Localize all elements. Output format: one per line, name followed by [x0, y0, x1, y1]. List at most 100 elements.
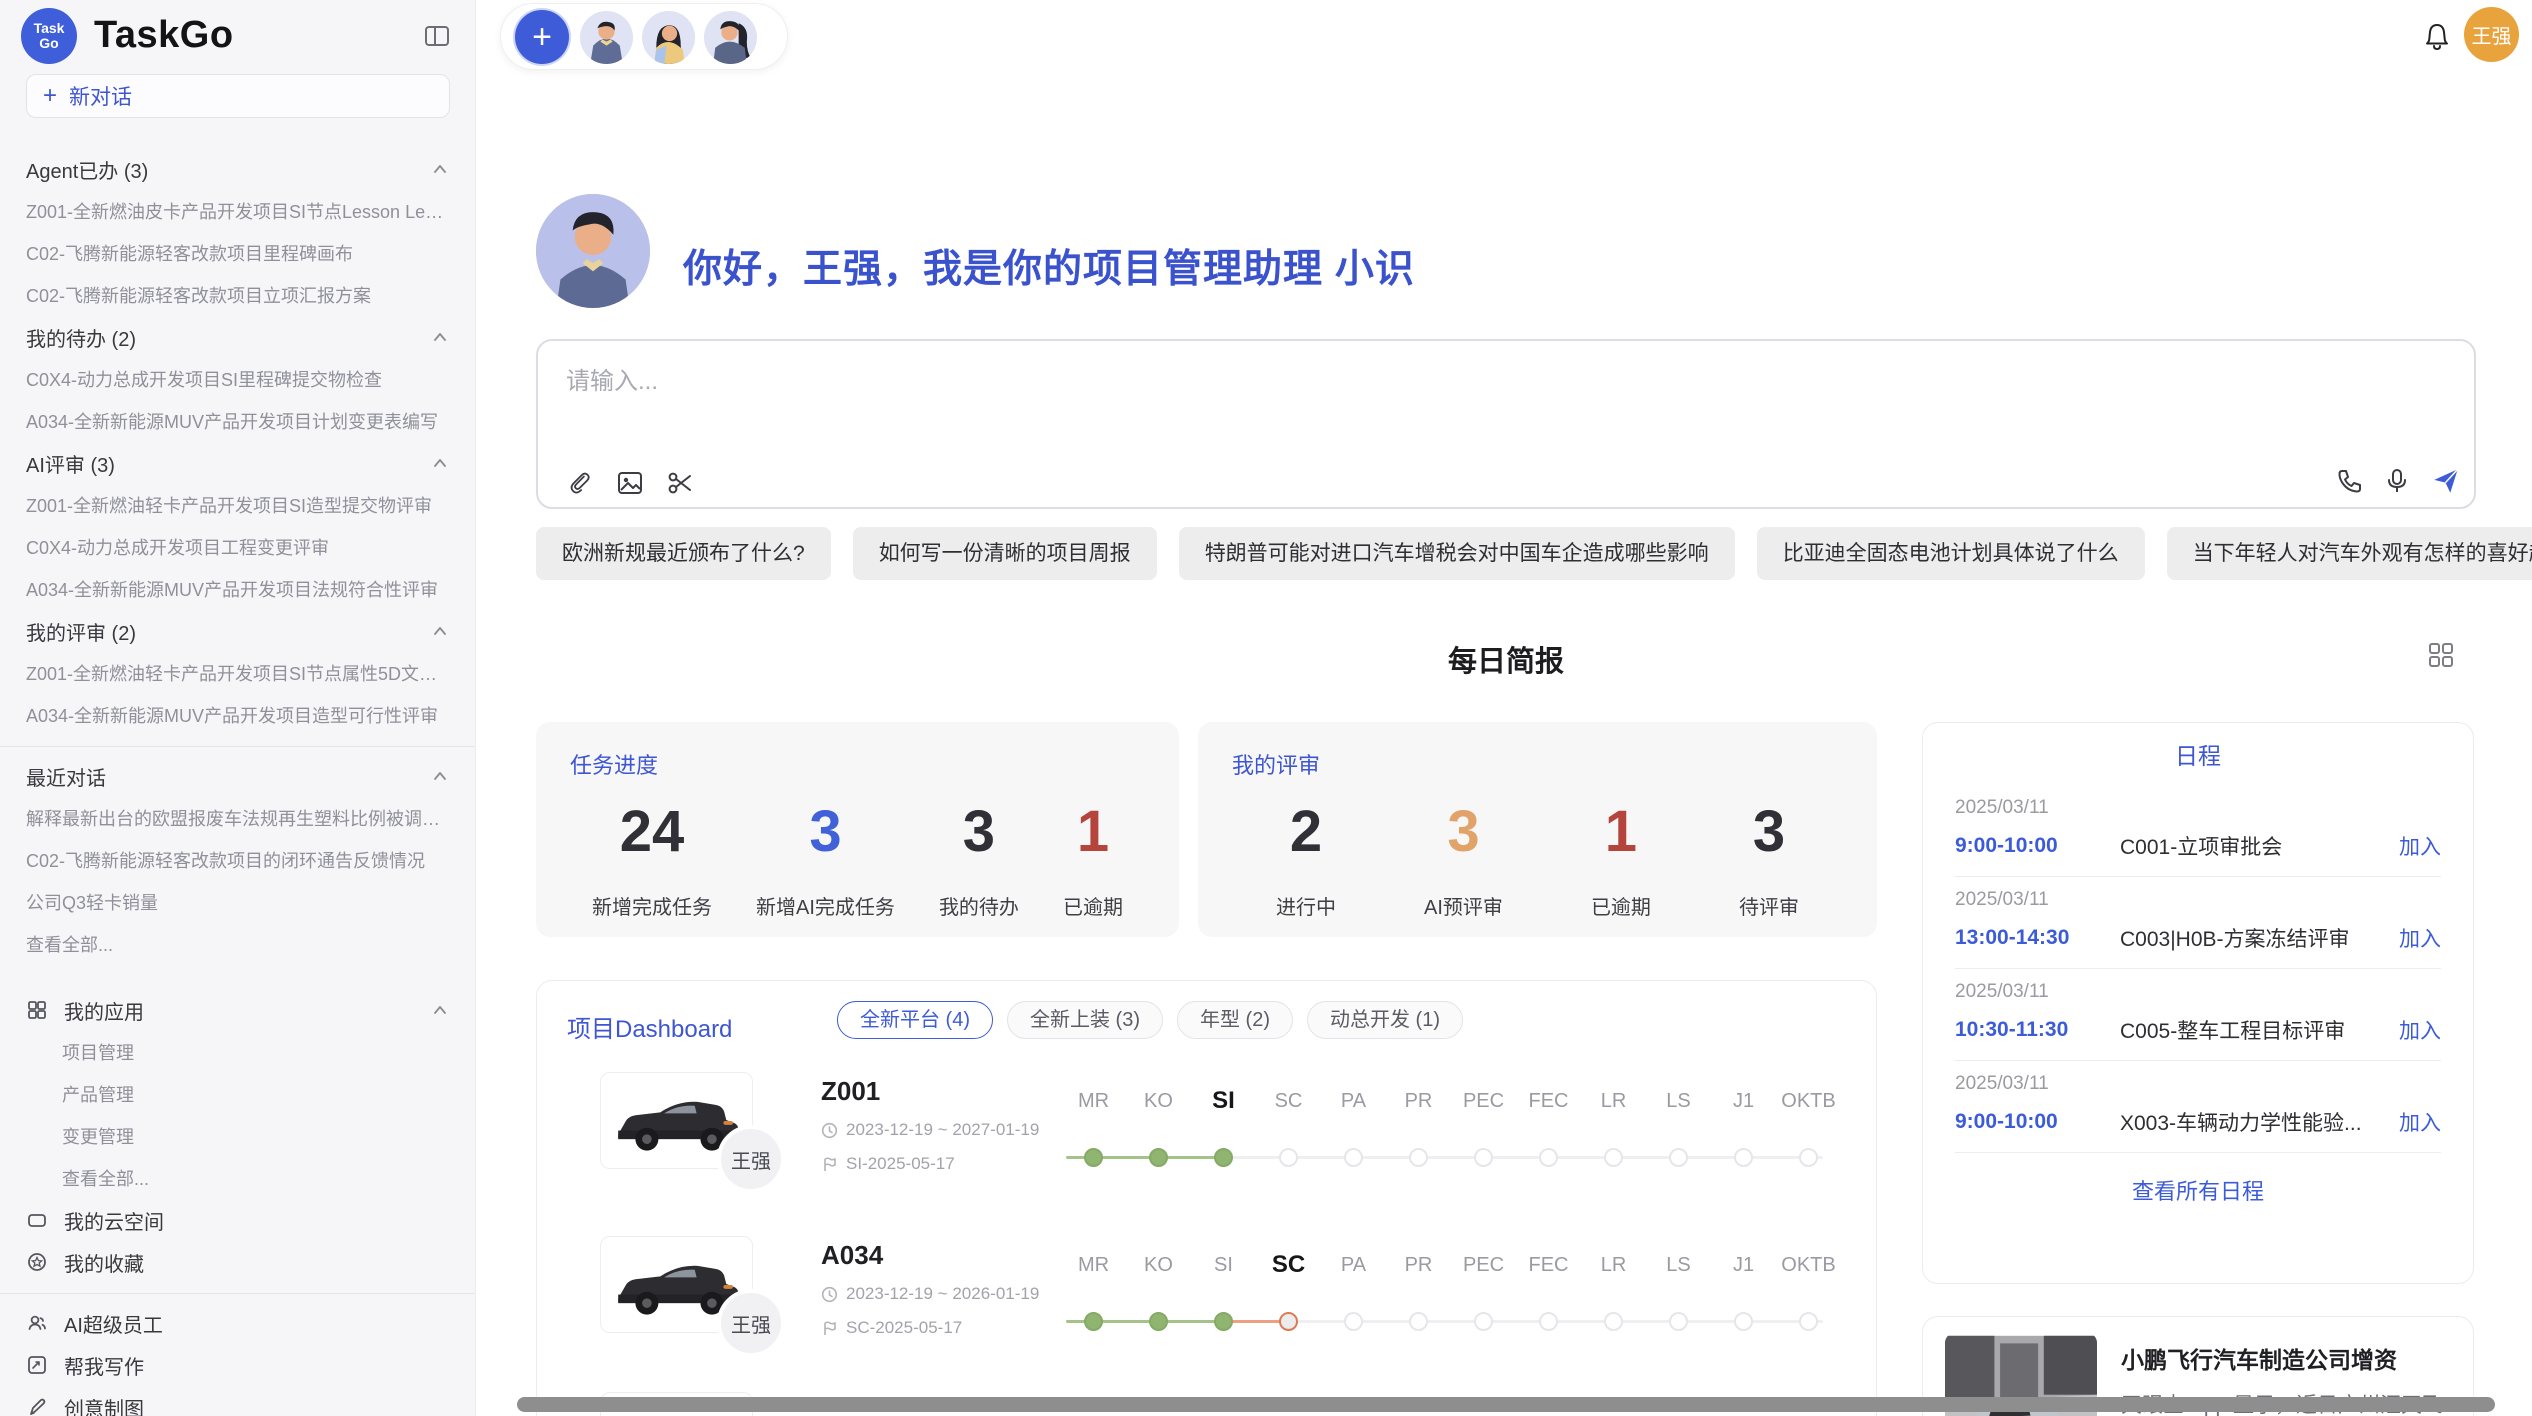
suggestion-chip[interactable]: 特朗普可能对进口汽车增税会对中国车企造成哪些影响	[1179, 527, 1735, 580]
section-header-agent-done[interactable]: Agent已办 (3)	[26, 148, 449, 190]
milestone-label: FEC	[1516, 1086, 1581, 1116]
collapse-sidebar-icon[interactable]	[423, 22, 451, 50]
sidebar-item[interactable]: Z001-全新燃油轻卡产品开发项目SI造型提交物评审	[26, 484, 449, 526]
join-link[interactable]: 加入	[2399, 1107, 2441, 1137]
view-all-apps-link[interactable]: 查看全部...	[26, 1157, 449, 1199]
milestone-track: MR KO SI SC PA PR PEC FEC LR LS J1 OKTB	[1061, 1086, 1835, 1186]
sidebar-item[interactable]: C02-飞腾新能源轻客改款项目立项汇报方案	[26, 274, 449, 316]
sidebar-item[interactable]: A034-全新新能源MUV产品开发项目法规符合性评审	[26, 568, 449, 610]
sidebar-item[interactable]: C0X4-动力总成开发项目SI里程碑提交物检查	[26, 358, 449, 400]
my-favorites[interactable]: 我的收藏	[26, 1241, 449, 1283]
microphone-icon[interactable]	[2382, 466, 2412, 496]
my-cloud-space[interactable]: 我的云空间	[26, 1199, 449, 1241]
milestone-dot	[1539, 1148, 1558, 1167]
tab-powertrain[interactable]: 动总开发 (1)	[1307, 1001, 1463, 1039]
grid-icon	[26, 999, 48, 1021]
user-avatar[interactable]: 王强	[2464, 7, 2519, 62]
milestone-dot	[1799, 1148, 1818, 1167]
tool-help-me-write[interactable]: 帮我写作	[26, 1344, 449, 1386]
milestone-dot	[1734, 1148, 1753, 1167]
stat-new-ai-completed: 3新增AI完成任务	[756, 798, 895, 920]
sidebar-item[interactable]: A034-全新新能源MUV产品开发项目造型可行性评审	[26, 694, 449, 736]
clock-icon	[821, 1122, 838, 1139]
sidebar-item-label: A034-全新新能源MUV产品开发项目法规符合性评审	[26, 576, 438, 602]
join-link[interactable]: 加入	[2399, 831, 2441, 861]
join-link[interactable]: 加入	[2399, 1015, 2441, 1045]
stat-overdue: 1已逾期	[1063, 798, 1123, 920]
sidebar-scroll-area[interactable]: Agent已办 (3) Z001-全新燃油皮卡产品开发项目SI节点Lesson …	[0, 118, 475, 1416]
stat-my-todo: 3我的待办	[939, 798, 1019, 920]
card-title: 任务进度	[570, 748, 1145, 780]
milestone-dot	[1084, 1148, 1103, 1167]
tool-ai-super-staff[interactable]: AI超级员工	[26, 1302, 449, 1344]
milestone-label: SI	[1191, 1250, 1256, 1280]
add-member-button[interactable]: +	[515, 10, 569, 64]
project-row[interactable]: 王强 Z001 2023-12-19 ~ 2027-01-19 SI-2025-…	[537, 1066, 1877, 1230]
milestone-label: PA	[1321, 1086, 1386, 1116]
section-header-my-todo[interactable]: 我的待办 (2)	[26, 316, 449, 358]
sidebar-header: Task Go TaskGo	[0, 0, 475, 74]
app-item-product-mgmt[interactable]: 产品管理	[26, 1073, 449, 1115]
my-favorites-label: 我的收藏	[64, 1248, 144, 1277]
send-icon[interactable]	[2430, 465, 2460, 495]
view-all-chats-link[interactable]: 查看全部...	[26, 923, 449, 965]
team-avatars-pill: +	[500, 3, 788, 70]
notifications-bell-icon[interactable]	[2420, 20, 2454, 54]
app-item-project-mgmt[interactable]: 项目管理	[26, 1031, 449, 1073]
image-icon[interactable]	[615, 468, 645, 498]
section-header-recent-chats[interactable]: 最近对话	[26, 755, 449, 797]
my-apps-header[interactable]: 我的应用	[26, 989, 449, 1031]
sidebar-item-label: A034-全新新能源MUV产品开发项目计划变更表编写	[26, 408, 438, 434]
user-name: 王强	[2472, 20, 2512, 49]
schedule-event: 2025/03/11 13:00-14:30 C003|H0B-方案冻结评审 加…	[1955, 877, 2441, 969]
project-flag: SC-2025-05-17	[821, 1318, 962, 1338]
horizontal-scrollbar[interactable]	[517, 1397, 2495, 1412]
sidebar-item[interactable]: C0X4-动力总成开发项目工程变更评审	[26, 526, 449, 568]
section-header-my-review[interactable]: 我的评审 (2)	[26, 610, 449, 652]
briefing-layout-icon[interactable]	[2426, 640, 2456, 670]
milestone-label: OKTB	[1776, 1250, 1841, 1280]
app-logo: Task Go	[21, 8, 77, 64]
suggestion-chips: 欧洲新规最近颁布了什么? 如何写一份清晰的项目周报 特朗普可能对进口汽车增税会对…	[536, 527, 2476, 580]
sidebar-item[interactable]: Z001-全新燃油轻卡产品开发项目SI节点属性5D文件评审	[26, 652, 449, 694]
member-avatar[interactable]	[642, 11, 695, 64]
tab-new-platform[interactable]: 全新平台 (4)	[837, 1001, 993, 1039]
clock-icon	[821, 1286, 838, 1303]
recent-chat-item[interactable]: 公司Q3轻卡销量	[26, 881, 449, 923]
sidebar-item[interactable]: A034-全新新能源MUV产品开发项目计划变更表编写	[26, 400, 449, 442]
suggestion-chip[interactable]: 如何写一份清晰的项目周报	[853, 527, 1157, 580]
suggestion-chip[interactable]: 欧洲新规最近颁布了什么?	[536, 527, 831, 580]
project-name: A034	[821, 1240, 883, 1271]
chat-input[interactable]	[566, 361, 2266, 441]
tab-new-body[interactable]: 全新上装 (3)	[1007, 1001, 1163, 1039]
new-chat-label: 新对话	[69, 81, 132, 111]
new-chat-button[interactable]: + 新对话	[26, 74, 450, 118]
tab-year-model[interactable]: 年型 (2)	[1177, 1001, 1293, 1039]
milestone-dot	[1084, 1312, 1103, 1331]
join-link[interactable]: 加入	[2399, 923, 2441, 953]
member-avatar[interactable]	[580, 11, 633, 64]
suggestion-chip[interactable]: 当下年轻人对汽车外观有怎样的喜好趋势	[2167, 527, 2532, 580]
schedule-event: 2025/03/11 10:30-11:30 C005-整车工程目标评审 加入	[1955, 969, 2441, 1061]
sidebar-item-label: Z001-全新燃油轻卡产品开发项目SI造型提交物评审	[26, 492, 432, 518]
attachment-icon[interactable]	[565, 468, 595, 498]
app-item-change-mgmt[interactable]: 变更管理	[26, 1115, 449, 1157]
event-date: 2025/03/11	[1955, 981, 2441, 1003]
tool-creative-drawing[interactable]: 创意制图	[26, 1386, 449, 1416]
stat-overdue: 1已逾期	[1591, 798, 1651, 920]
sidebar-item[interactable]: Z001-全新燃油皮卡产品开发项目SI节点Lesson Learn报告	[26, 190, 449, 232]
sidebar-item[interactable]: C02-飞腾新能源轻客改款项目里程碑画布	[26, 232, 449, 274]
section-title: 最近对话	[26, 762, 106, 791]
phone-icon[interactable]	[2335, 466, 2365, 496]
section-header-ai-review[interactable]: AI评审 (3)	[26, 442, 449, 484]
suggestion-chip[interactable]: 比亚迪全固态电池计划具体说了什么	[1757, 527, 2145, 580]
recent-chat-item[interactable]: 解释最新出台的欧盟报废车法规再生塑料比例被调至15%...	[26, 797, 449, 839]
milestone-label: OKTB	[1776, 1086, 1841, 1116]
milestone-label: MR	[1061, 1250, 1126, 1280]
scissors-icon[interactable]	[665, 468, 695, 498]
project-row[interactable]: 王强 A034 2023-12-19 ~ 2026-01-19 SC-2025-…	[537, 1230, 1877, 1394]
event-title: C005-整车工程目标评审	[2120, 1015, 2385, 1045]
member-avatar[interactable]	[704, 11, 757, 64]
view-all-schedule-link[interactable]: 查看所有日程	[1955, 1153, 2441, 1227]
recent-chat-item[interactable]: C02-飞腾新能源轻客改款项目的闭环通告反馈情况	[26, 839, 449, 881]
